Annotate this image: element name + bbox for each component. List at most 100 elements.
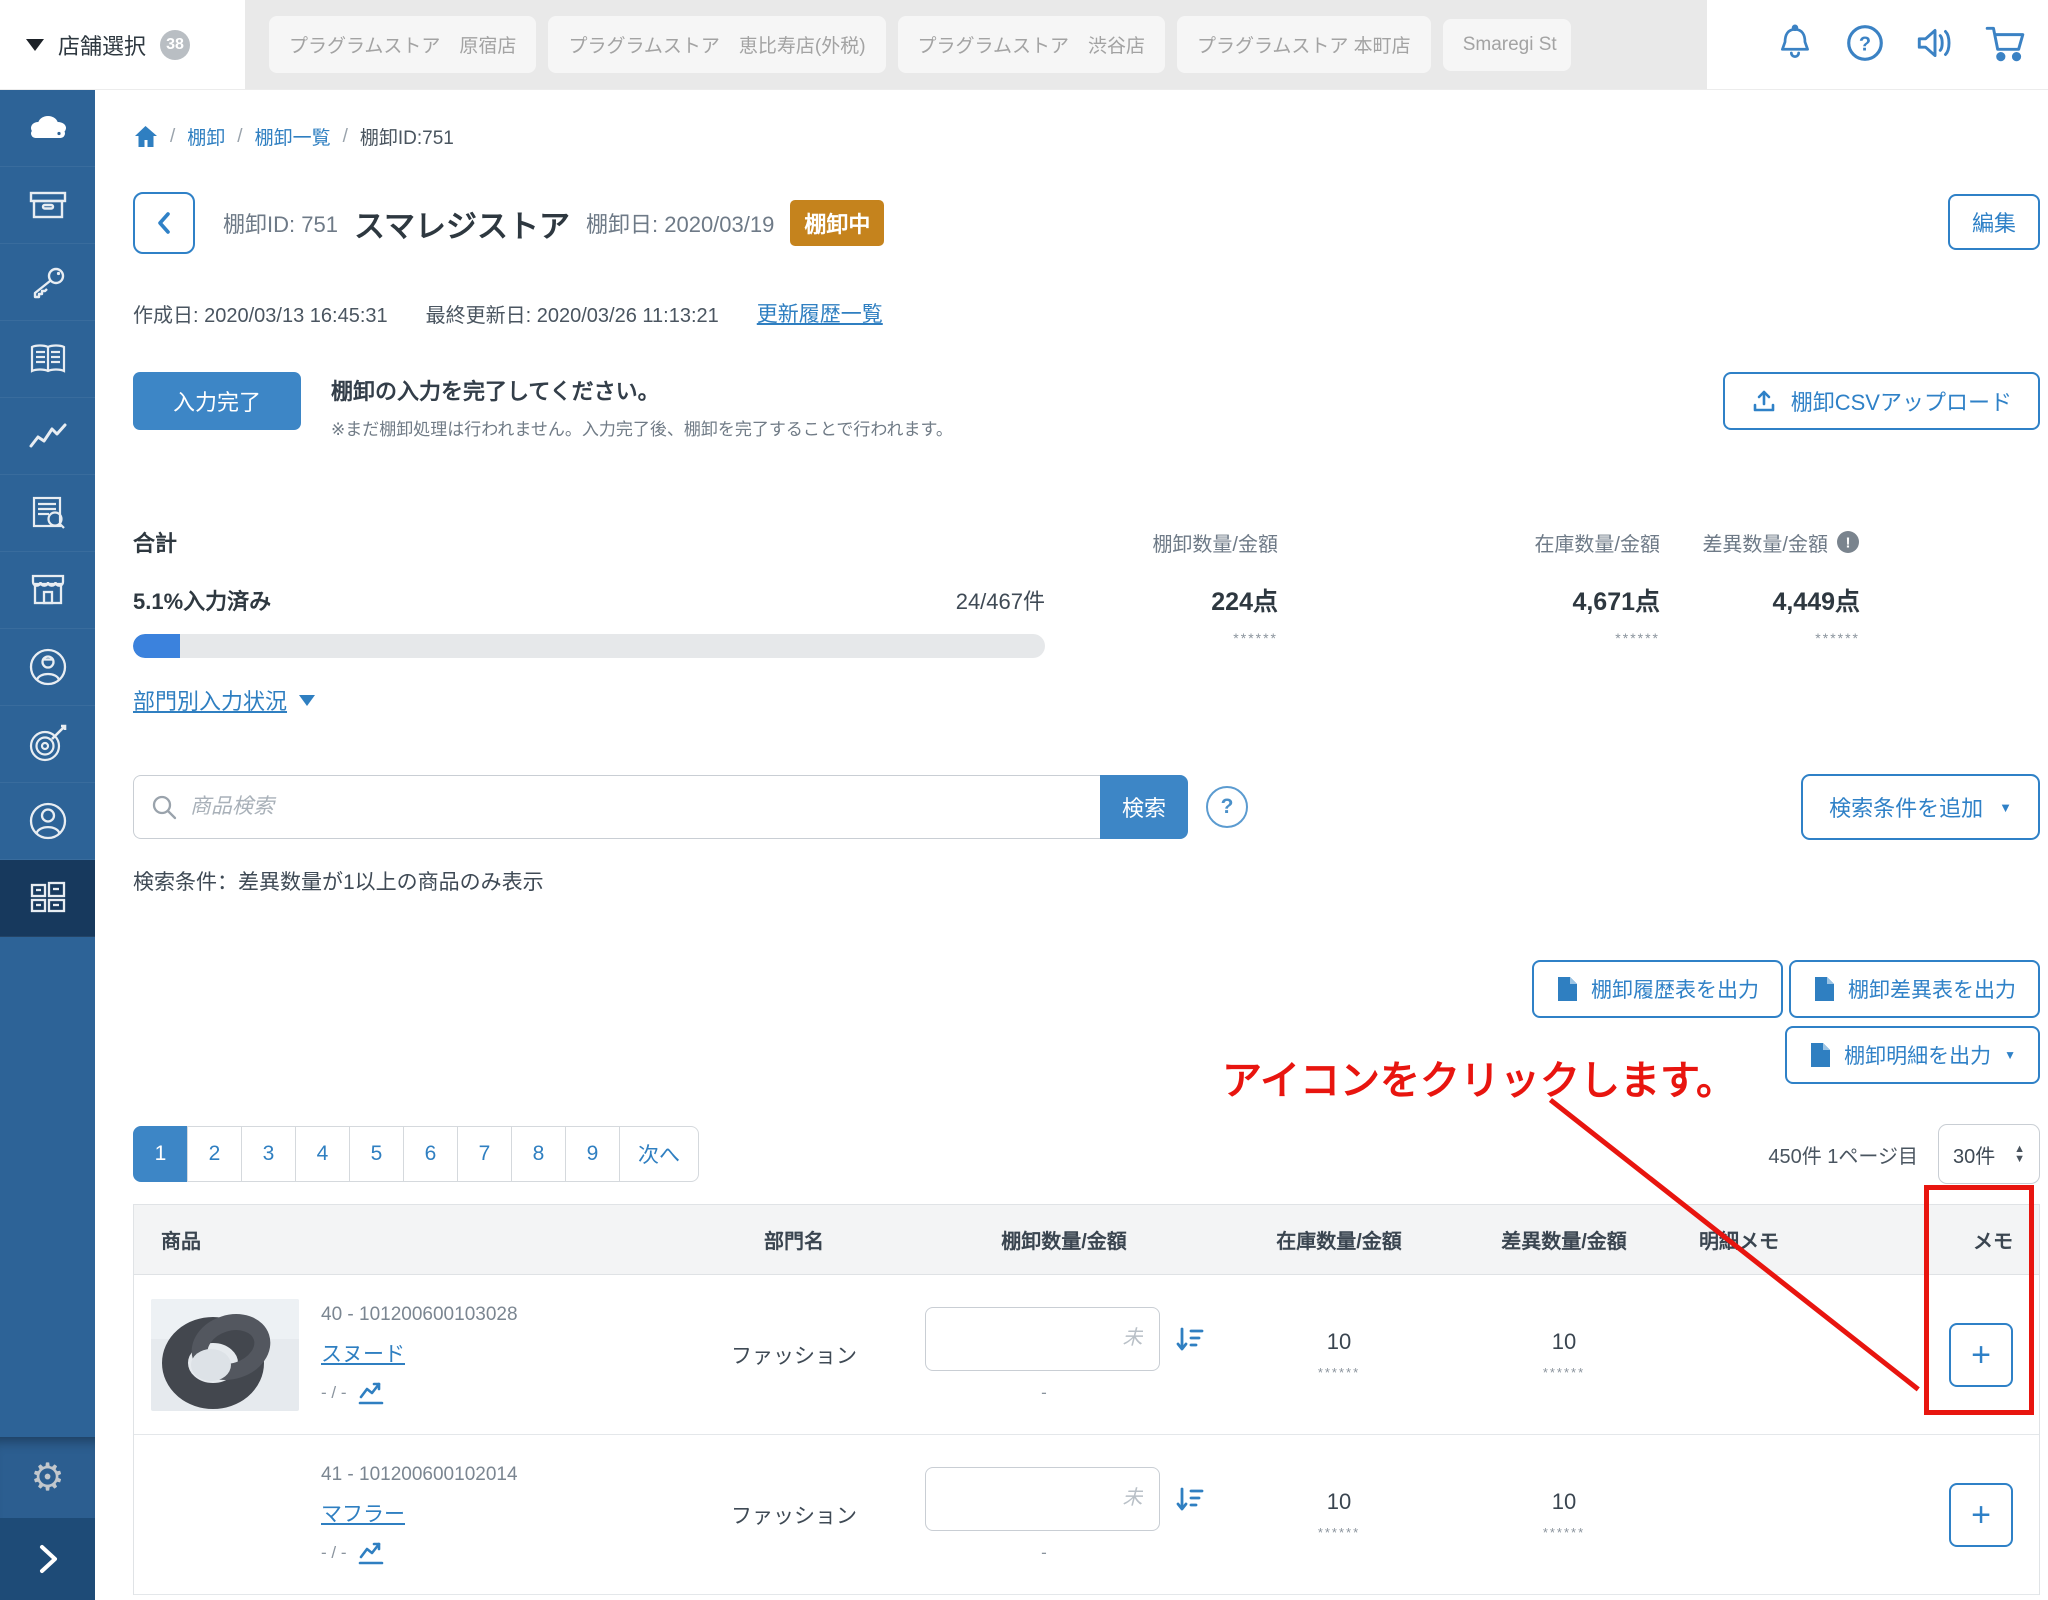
shelves-icon — [26, 878, 70, 918]
page-button-next[interactable]: 次へ — [619, 1126, 699, 1182]
store-tab[interactable]: プラグラムストア 本町店 — [1177, 16, 1431, 73]
product-price-row: - / - — [321, 1540, 518, 1566]
announcement-icon[interactable] — [1912, 20, 1958, 66]
breadcrumb-link-inventory[interactable]: 棚卸 — [187, 123, 225, 150]
sidebar-item-analytics[interactable] — [0, 398, 95, 475]
input-complete-button[interactable]: 入力完了 — [133, 372, 301, 430]
summary-title: 合計 — [133, 526, 1055, 558]
stat-masked-counted: ****** — [1055, 630, 1278, 658]
status-badge: 棚卸中 — [790, 200, 884, 246]
annotation-text: アイコンをクリックします。 — [1222, 1048, 1736, 1106]
sidebar-item-products[interactable] — [0, 167, 95, 244]
storefront-icon — [26, 570, 70, 610]
product-name-link[interactable]: スヌード — [321, 1338, 405, 1368]
add-memo-button[interactable]: + — [1949, 1483, 2013, 1547]
counted-qty-input[interactable] — [925, 1307, 1160, 1371]
back-button[interactable] — [133, 192, 195, 254]
staff-icon — [26, 645, 70, 689]
main-content: / 棚卸 / 棚卸一覧 / 棚卸ID:751 棚卸ID: 751 スマレジストア… — [95, 90, 2048, 1600]
diff-amount-masked: ****** — [1543, 1365, 1585, 1380]
export-detail-button[interactable]: 棚卸明細を出力 — [1785, 1026, 2040, 1084]
sidebar-expand[interactable] — [0, 1518, 95, 1600]
pagination-row: 1 2 3 4 5 6 7 8 9 次へ 450件 1ページ目 30件 — [133, 1124, 2048, 1184]
chevron-right-icon — [33, 1542, 63, 1576]
sidebar-item-reports[interactable] — [0, 475, 95, 552]
sidebar-item-transactions[interactable] — [0, 244, 95, 321]
sidebar-item-inventory[interactable] — [0, 860, 95, 937]
page-button-2[interactable]: 2 — [187, 1126, 242, 1182]
gear-icon: ⚙ — [30, 1459, 64, 1497]
summary-section: 合計 棚卸数量/金額 在庫数量/金額 差異数量/金額 ! 5.1%入力済み 24… — [133, 526, 2048, 658]
sort-icon[interactable] — [1174, 1325, 1204, 1353]
page-header: 棚卸ID: 751 スマレジストア 棚卸日: 2020/03/19 棚卸中 編集 — [133, 192, 2048, 254]
search-button[interactable]: 検索 — [1100, 775, 1188, 839]
cloud-icon — [25, 108, 71, 148]
sidebar-item-customers[interactable] — [0, 783, 95, 860]
store-tab[interactable]: プラグラムストア 原宿店 — [269, 16, 536, 73]
help-icon[interactable]: ? — [1842, 20, 1888, 66]
memo-cell: + — [1794, 1323, 2039, 1387]
sidebar-item-journal[interactable] — [0, 321, 95, 398]
bell-icon[interactable] — [1772, 20, 1818, 66]
store-tab[interactable]: Smaregi St — [1443, 19, 1571, 71]
breadcrumb-link-inventory-list[interactable]: 棚卸一覧 — [255, 123, 331, 150]
export-detail-label: 棚卸明細を出力 — [1844, 1040, 1991, 1070]
search-input[interactable] — [190, 795, 1084, 819]
csv-upload-button[interactable]: 棚卸CSVアップロード — [1723, 372, 2040, 430]
department-status-toggle[interactable]: 部門別入力状況 — [133, 684, 2048, 716]
diff-qty-cell: 10 ****** — [1444, 1489, 1684, 1540]
product-price-label: - / - — [321, 1383, 347, 1403]
file-icon — [1809, 1042, 1831, 1068]
target-icon — [25, 722, 71, 766]
store-tab[interactable]: プラグラムストア 渋谷店 — [898, 16, 1165, 73]
add-condition-button[interactable]: 検索条件を追加 — [1801, 774, 2040, 840]
export-buttons: 棚卸履歴表を出力 棚卸差異表を出力 棚卸明細を出力 — [133, 960, 2040, 1084]
sidebar-item-cloud[interactable] — [0, 90, 95, 167]
page-button-5[interactable]: 5 — [349, 1126, 404, 1182]
sidebar-item-staff[interactable] — [0, 629, 95, 706]
export-history-button[interactable]: 棚卸履歴表を出力 — [1532, 960, 1783, 1018]
stat-value-stock: 4,671点 — [1278, 582, 1660, 618]
page-button-6[interactable]: 6 — [403, 1126, 458, 1182]
product-name-link[interactable]: マフラー — [321, 1498, 405, 1528]
info-icon[interactable]: ! — [1836, 530, 1860, 554]
page-button-9[interactable]: 9 — [565, 1126, 620, 1182]
edit-button[interactable]: 編集 — [1948, 194, 2040, 250]
svg-text:!: ! — [1846, 535, 1851, 552]
page-button-3[interactable]: 3 — [241, 1126, 296, 1182]
store-tab[interactable]: プラグラムストア 恵比寿店(外税) — [548, 16, 885, 73]
customer-icon — [26, 799, 70, 843]
counted-qty-input[interactable] — [925, 1467, 1160, 1531]
sort-icon[interactable] — [1174, 1485, 1204, 1513]
sidebar-item-store[interactable] — [0, 552, 95, 629]
sidebar-settings[interactable]: ⚙ — [0, 1437, 95, 1518]
page-button-1[interactable]: 1 — [133, 1126, 188, 1182]
per-page-value: 30件 — [1953, 1140, 1995, 1169]
update-history-link[interactable]: 更新履歴一覧 — [757, 298, 883, 328]
department-status-link[interactable]: 部門別入力状況 — [133, 684, 287, 716]
top-bar: 店舗選択 38 プラグラムストア 原宿店 プラグラムストア 恵比寿店(外税) プ… — [0, 0, 2048, 90]
trend-chart-icon[interactable] — [357, 1540, 385, 1566]
sidebar-item-target[interactable] — [0, 706, 95, 783]
page-button-7[interactable]: 7 — [457, 1126, 512, 1182]
store-tabs-strip: プラグラムストア 原宿店 プラグラムストア 恵比寿店(外税) プラグラムストア … — [245, 0, 1707, 89]
add-memo-button[interactable]: + — [1949, 1323, 2013, 1387]
search-help-icon[interactable]: ? — [1206, 786, 1248, 828]
store-selector[interactable]: 店舗選択 38 — [0, 0, 245, 89]
counted-qty-cell: - — [894, 1467, 1234, 1563]
stat-label-diff-text: 差異数量/金額 — [1702, 528, 1828, 557]
add-condition-label: 検索条件を追加 — [1829, 791, 1983, 823]
cart-icon[interactable] — [1982, 20, 2028, 66]
per-page-select[interactable]: 30件 — [1938, 1124, 2040, 1184]
sidebar-spacer — [0, 937, 95, 1437]
home-icon[interactable] — [133, 125, 158, 148]
page-button-4[interactable]: 4 — [295, 1126, 350, 1182]
product-cell: 40 - 101200600103028 スヌード - / - — [134, 1299, 694, 1411]
export-diff-button[interactable]: 棚卸差異表を出力 — [1789, 960, 2040, 1018]
stat-label-diff: 差異数量/金額 ! — [1660, 526, 1860, 558]
trend-chart-icon[interactable] — [357, 1380, 385, 1406]
product-code: 41 - 101200600102014 — [321, 1464, 518, 1486]
created-date-label: 作成日: 2020/03/13 16:45:31 — [133, 299, 388, 328]
col-header-product: 商品 — [134, 1225, 694, 1254]
page-button-8[interactable]: 8 — [511, 1126, 566, 1182]
